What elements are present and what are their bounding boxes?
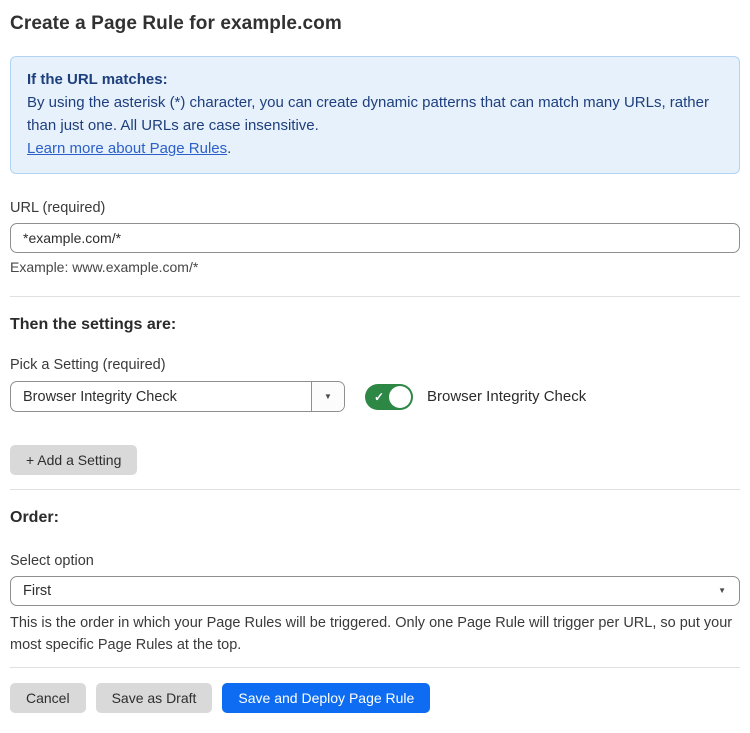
browser-integrity-toggle[interactable]: ✓ [365,384,413,410]
toggle-setting-label: Browser Integrity Check [427,388,586,405]
url-field-label: URL (required) [10,200,740,216]
divider [10,489,740,490]
order-section-heading: Order: [10,509,740,527]
check-icon: ✓ [374,390,384,402]
footer-actions: Cancel Save as Draft Save and Deploy Pag… [10,683,740,713]
settings-section-heading: Then the settings are: [10,316,740,334]
setting-dropdown-value: Browser Integrity Check [11,382,311,411]
order-select-label: Select option [10,553,740,569]
learn-more-link[interactable]: Learn more about Page Rules [27,140,227,157]
url-input[interactable] [10,223,740,253]
info-box-link-line: Learn more about Page Rules. [27,137,723,160]
order-select[interactable]: First ▼ [10,576,740,606]
url-match-info-box: If the URL matches: By using the asteris… [10,56,740,174]
pick-setting-label: Pick a Setting (required) [10,357,740,373]
info-box-heading: If the URL matches: [27,68,723,91]
page-rule-form: Create a Page Rule for example.com If th… [0,13,750,713]
divider [10,667,740,668]
cancel-button[interactable]: Cancel [10,683,86,713]
url-example-helper: Example: www.example.com/* [10,259,740,275]
chevron-down-icon: ▼ [324,393,332,401]
info-box-body: By using the asterisk (*) character, you… [27,91,723,137]
add-setting-button[interactable]: + Add a Setting [10,445,137,475]
page-title: Create a Page Rule for example.com [10,13,740,35]
save-and-deploy-button[interactable]: Save and Deploy Page Rule [222,683,430,713]
toggle-knob [389,386,411,408]
setting-dropdown[interactable]: Browser Integrity Check ▼ [10,381,345,412]
setting-dropdown-caret-button[interactable]: ▼ [311,382,344,411]
link-suffix: . [227,140,231,157]
setting-row: Browser Integrity Check ▼ ✓ Browser Inte… [10,381,740,412]
save-as-draft-button[interactable]: Save as Draft [96,683,213,713]
order-helper-text: This is the order in which your Page Rul… [10,612,740,656]
divider [10,296,740,297]
chevron-down-icon: ▼ [718,587,726,595]
order-select-value: First [23,583,51,599]
